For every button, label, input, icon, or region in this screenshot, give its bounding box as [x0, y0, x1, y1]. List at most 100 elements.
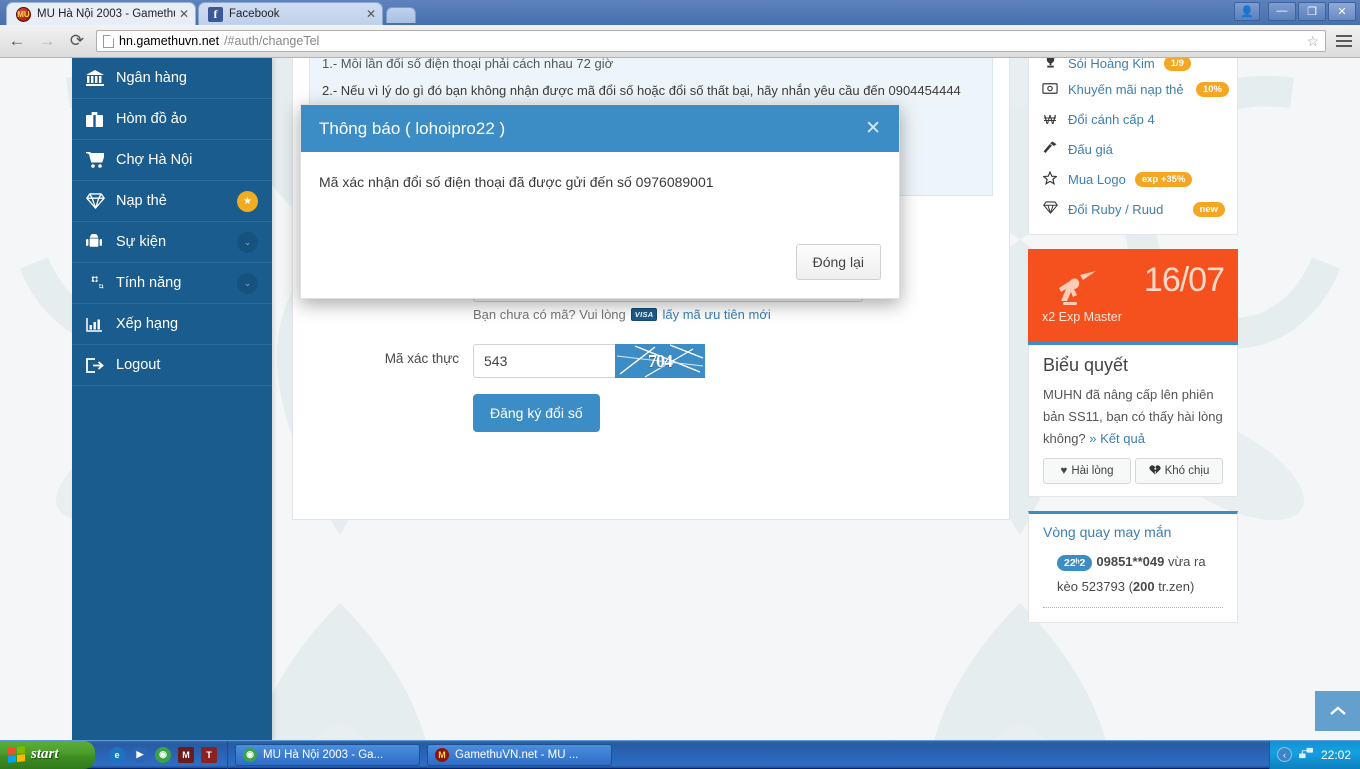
- reload-icon[interactable]: ⟳: [66, 30, 88, 52]
- submit-change-phone-button[interactable]: Đăng ký đổi số: [473, 394, 600, 432]
- star-outline-icon: [1041, 171, 1059, 188]
- windows-taskbar: start e ▶ ◉ M T ◉ MU Hà Nội 2003 - Ga...…: [0, 740, 1360, 768]
- star-badge: ★: [237, 191, 258, 212]
- captcha-image[interactable]: 704: [615, 344, 705, 378]
- sidebar-item-label: Xếp hạng: [116, 316, 258, 332]
- poll-vote-unsatisfied-button[interactable]: Khó chịu: [1135, 458, 1223, 484]
- poll-panel: Biểu quyết MUHN đã nâng cấp lên phiên bả…: [1028, 345, 1238, 497]
- sidebar-item-nap-the[interactable]: Nạp thẻ ★: [72, 181, 272, 222]
- poll-result-link[interactable]: » Kết quả: [1089, 431, 1145, 446]
- event-panel: 16/07 x2 Exp Master Biểu quyết MUHN đã n…: [1028, 249, 1238, 497]
- mu-tool-icon[interactable]: T: [201, 747, 217, 763]
- sidebar-item-label: Hòm đồ ảo: [116, 111, 258, 127]
- event-banner[interactable]: 16/07 x2 Exp Master: [1028, 249, 1238, 345]
- quick-link-soi-hoang-kim[interactable]: Sói Hoàng Kim 1/9: [1041, 58, 1225, 74]
- sidebar-item-logout[interactable]: Logout: [72, 345, 272, 386]
- facebook-icon: f: [208, 7, 223, 22]
- back-icon[interactable]: ←: [6, 30, 28, 52]
- visa-icon: VISA: [631, 308, 658, 321]
- quick-link-doi-canh[interactable]: ₩ Đổi cánh cấp 4: [1041, 104, 1225, 134]
- quick-link-label: Đấu giá: [1068, 142, 1113, 157]
- quick-launch-bar: e ▶ ◉ M T: [95, 741, 228, 769]
- captcha-row: Mã xác thực 543 704: [293, 344, 1009, 378]
- page-viewport: Ngân hàng Hòm đồ ảo Chợ Hà Nội Nạp thẻ: [0, 58, 1360, 740]
- poll-vote-satisfied-button[interactable]: ♥ Hài lòng: [1043, 458, 1131, 484]
- get-new-code-link[interactable]: lấy mã ưu tiên mới: [662, 307, 770, 322]
- taskbar-window-chrome[interactable]: ◉ MU Hà Nội 2003 - Ga...: [235, 744, 420, 766]
- lucky-wheel-title: Vòng quay may mắn: [1043, 524, 1223, 540]
- browser-tab-active[interactable]: MU MU Hà Nội 2003 - GamethuVN ✕: [6, 2, 196, 25]
- internet-explorer-icon[interactable]: e: [109, 747, 125, 763]
- gears-icon: [86, 275, 116, 291]
- captcha-group: 543 704: [473, 344, 705, 378]
- logout-icon: [86, 358, 116, 373]
- forward-icon[interactable]: →: [36, 30, 58, 52]
- sidebar-item-cho-ha-noi[interactable]: Chợ Hà Nội: [72, 140, 272, 181]
- minimize-button[interactable]: —: [1268, 2, 1296, 21]
- sidebar-item-label: Logout: [116, 357, 258, 373]
- close-window-button[interactable]: ✕: [1328, 2, 1356, 21]
- close-icon[interactable]: ✕: [865, 117, 881, 140]
- chevron-down-icon[interactable]: ⌄: [237, 232, 258, 253]
- quick-link-dau-gia[interactable]: Đấu giá: [1041, 134, 1225, 164]
- modal-footer: Đóng lại: [301, 244, 899, 298]
- quick-link-label: Đổi Ruby / Ruud: [1068, 202, 1163, 217]
- browser-tab-facebook[interactable]: f Facebook ✕: [198, 2, 383, 25]
- new-tab-button[interactable]: [386, 7, 416, 23]
- notice-line: 2.- Nếu vì lý do gì đó bạn không nhận đư…: [322, 77, 980, 104]
- chrome-icon[interactable]: ◉: [155, 747, 171, 763]
- system-tray: ‹ 22:02: [1269, 741, 1360, 769]
- close-icon[interactable]: ✕: [179, 7, 189, 21]
- heart-icon: ♥: [1060, 465, 1067, 477]
- sidebar-item-hom-do-ao[interactable]: Hòm đồ ảo: [72, 99, 272, 140]
- hammer-icon: [1041, 141, 1059, 157]
- sidebar-item-tinh-nang[interactable]: Tính năng ⌄: [72, 263, 272, 304]
- maximize-button[interactable]: ❐: [1298, 2, 1326, 21]
- tab-title: MU Hà Nội 2003 - GamethuVN: [37, 8, 175, 20]
- scroll-to-top-button[interactable]: [1315, 691, 1360, 731]
- sidebar-item-ngan-hang[interactable]: Ngân hàng: [72, 58, 272, 99]
- left-sidebar: Ngân hàng Hòm đồ ảo Chợ Hà Nội Nạp thẻ: [72, 58, 272, 740]
- taskbar-window-gamethuvn[interactable]: M GamethuVN.net - MU ...: [427, 744, 612, 766]
- sidebar-item-label: Tính năng: [116, 275, 237, 291]
- notification-modal: Thông báo ( lohoipro22 ) ✕ Mã xác nhận đ…: [300, 104, 900, 299]
- browser-menu-icon[interactable]: [1334, 30, 1354, 52]
- tab-title: Facebook: [229, 8, 362, 20]
- bar-chart-icon: [86, 317, 116, 332]
- chevron-down-icon[interactable]: ⌄: [237, 273, 258, 294]
- clock: 22:02: [1321, 748, 1351, 762]
- sidebar-item-xep-hang[interactable]: Xếp hạng: [72, 304, 272, 345]
- mu-game-icon[interactable]: M: [178, 747, 194, 763]
- bookmark-star-icon[interactable]: ☆: [1306, 33, 1319, 50]
- quick-link-khuyen-mai[interactable]: Khuyến mãi nạp thẻ 10%: [1041, 74, 1225, 104]
- briefcase-icon: [86, 112, 116, 127]
- address-bar[interactable]: hn.gamethuvn.net /#auth/changeTel ☆: [96, 30, 1326, 52]
- diamond-icon: [86, 193, 116, 209]
- right-sidebar: Sói Hoàng Kim 1/9 Khuyến mãi nạp thẻ 10%…: [1028, 58, 1238, 637]
- media-player-icon[interactable]: ▶: [132, 747, 148, 763]
- network-icon[interactable]: [1299, 747, 1314, 763]
- quick-link-mua-logo[interactable]: Mua Logo exp +35%: [1041, 164, 1225, 194]
- won-icon: ₩: [1041, 112, 1059, 127]
- show-hidden-icons-icon[interactable]: ‹: [1277, 747, 1292, 762]
- captcha-input[interactable]: 543: [473, 344, 615, 378]
- poll-title: Biểu quyết: [1043, 355, 1223, 376]
- sidebar-item-su-kien[interactable]: Sự kiện ⌄: [72, 222, 272, 263]
- event-date: 16/07: [1144, 261, 1224, 300]
- user-avatar-icon[interactable]: 👤: [1234, 2, 1260, 21]
- poll-button-label: Khó chịu: [1165, 465, 1210, 477]
- hint-prefix: Bạn chưa có mã? Vui lòng: [473, 307, 626, 322]
- mu-logo-icon: M: [435, 748, 449, 762]
- android-icon: [86, 234, 116, 250]
- broken-heart-icon: [1149, 464, 1161, 478]
- modal-close-button[interactable]: Đóng lại: [796, 244, 881, 280]
- windows-logo-icon: [8, 746, 25, 763]
- quick-link-doi-ruby[interactable]: Đổi Ruby / Ruud new: [1041, 194, 1225, 224]
- close-icon[interactable]: ✕: [366, 7, 376, 21]
- start-button[interactable]: start: [0, 741, 95, 769]
- bank-icon: [86, 70, 116, 86]
- event-subtitle: x2 Exp Master: [1042, 310, 1122, 324]
- notice-line: 1.- Mỗi lần đổi số điện thoại phải cách …: [322, 58, 980, 77]
- sidebar-item-label: Nạp thẻ: [116, 193, 237, 209]
- browser-window: MU MU Hà Nội 2003 - GamethuVN ✕ f Facebo…: [0, 0, 1360, 740]
